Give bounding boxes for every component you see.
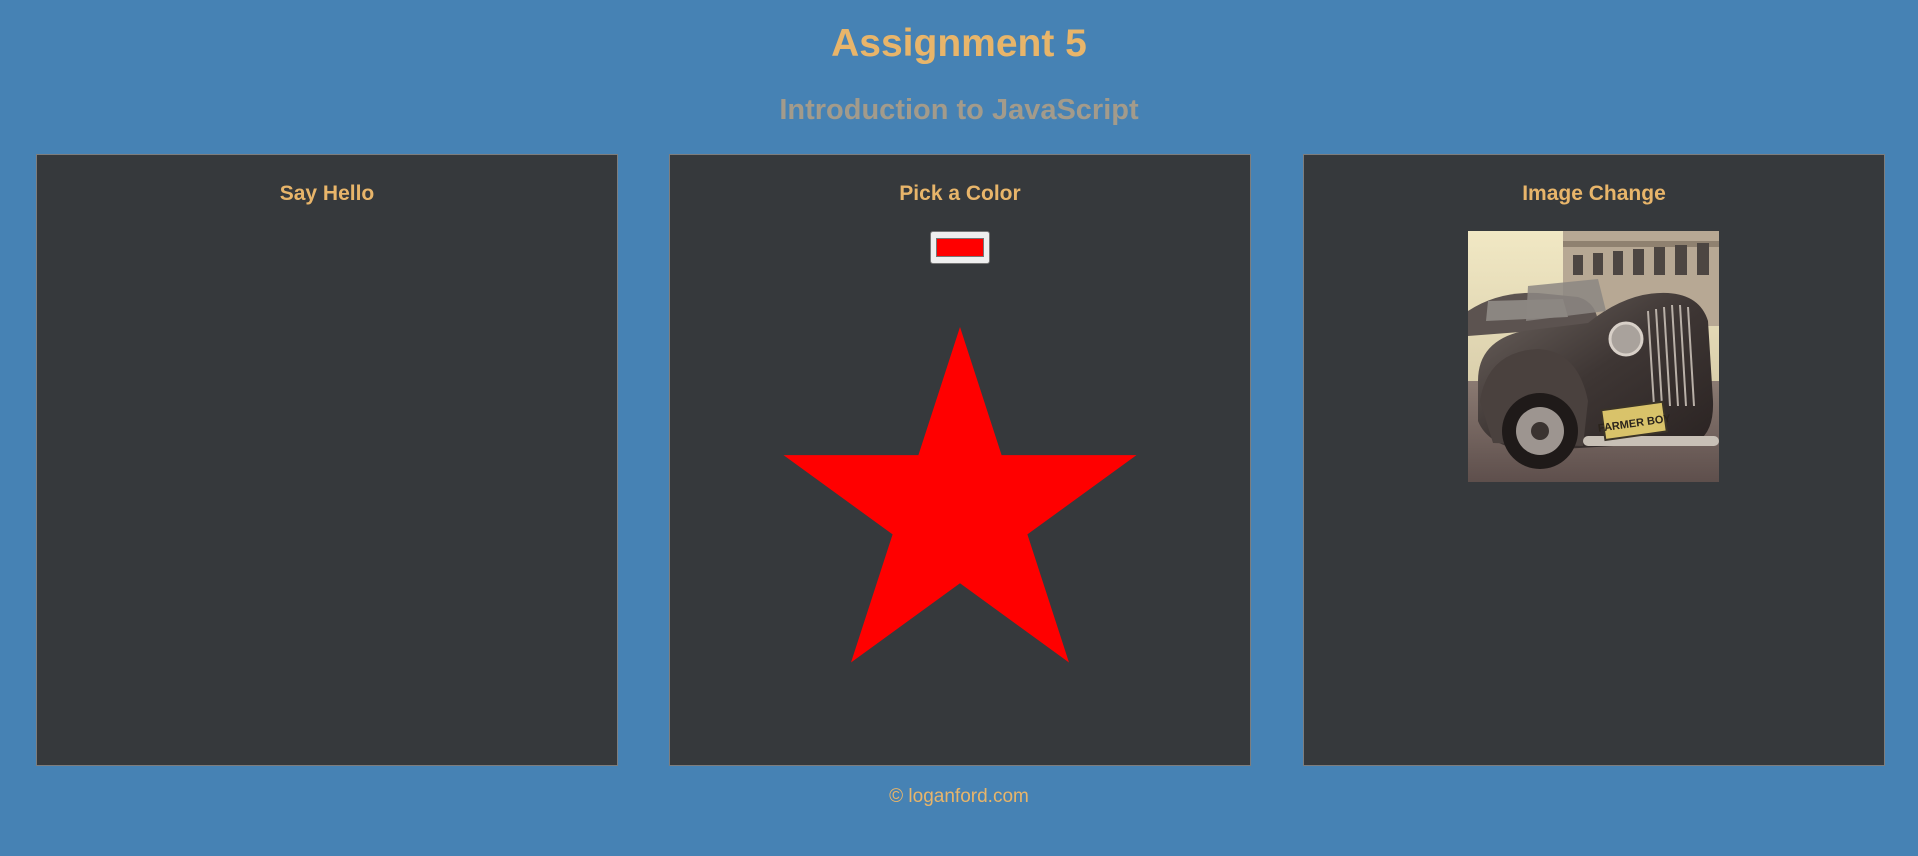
vintage-car-image[interactable]: FARMER BOY (1468, 231, 1719, 482)
star-shape (783, 327, 1137, 663)
star-icon (783, 327, 1137, 663)
footer-copyright: © loganford.com (889, 786, 1029, 807)
page-title: Assignment 5 (831, 22, 1087, 65)
image-change-panel: Image Change FARMER BOY (1303, 154, 1885, 766)
say-hello-heading: Say Hello (279, 182, 375, 205)
pick-color-panel: Pick a Color (669, 154, 1251, 766)
color-picker-swatch (936, 238, 984, 257)
say-hello-panel[interactable]: Say Hello (36, 154, 618, 766)
page-subtitle: Introduction to JavaScript (779, 94, 1139, 126)
color-picker-input[interactable] (930, 231, 990, 264)
pick-color-heading: Pick a Color (899, 182, 1021, 205)
image-change-heading: Image Change (1522, 182, 1666, 205)
